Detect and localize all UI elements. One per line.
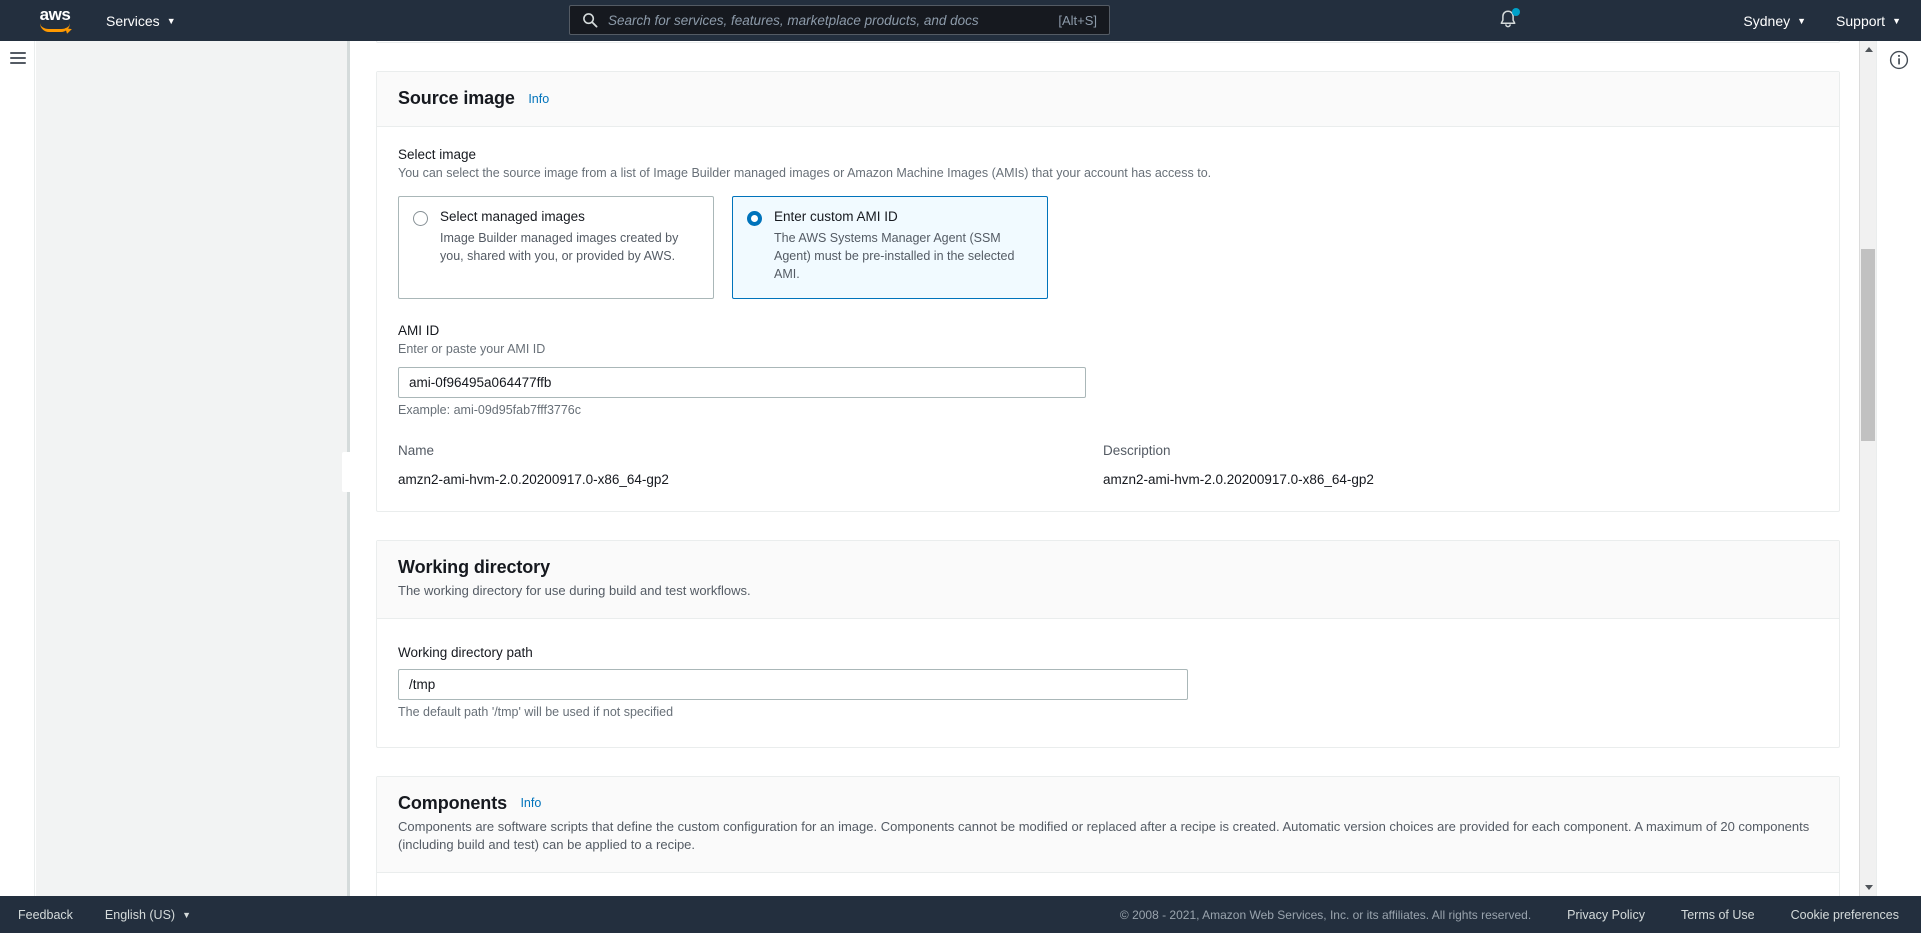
ami-description-column: Description amzn2-ami-hvm-2.0.20200917.0… bbox=[1103, 443, 1818, 487]
radio-tile-title: Enter custom AMI ID bbox=[774, 209, 898, 225]
side-navigation-panel bbox=[36, 41, 348, 896]
page-footer: Feedback English (US) ▼ © 2008 - 2021, A… bbox=[0, 896, 1921, 933]
components-card: Components Info Components are software … bbox=[376, 775, 1840, 896]
ami-name-label: Name bbox=[398, 442, 435, 458]
aws-smile-icon bbox=[40, 23, 70, 32]
working-directory-path-label: Working directory path bbox=[398, 644, 533, 660]
ami-description-label: Description bbox=[1103, 442, 1171, 458]
scroll-up-arrow-icon[interactable] bbox=[1860, 41, 1877, 58]
select-image-description: You can select the source image from a l… bbox=[398, 166, 1212, 180]
ami-id-input[interactable]: ami-0f96495a064477ffb bbox=[398, 366, 1086, 398]
recipe-details-card-tail: Maximum of 1024 characters bbox=[376, 41, 1840, 43]
working-directory-title: Working directory bbox=[398, 556, 550, 577]
radio-icon-unselected[interactable] bbox=[413, 211, 428, 227]
source-image-card: Source image Info Select image You can s… bbox=[376, 71, 1840, 512]
top-navigation-bar: aws Services ▼ Search for services, feat… bbox=[0, 0, 1921, 41]
source-image-header: Source image Info bbox=[377, 72, 1839, 127]
ami-description-value: amzn2-ami-hvm-2.0.20200917.0-x86_64-gp2 bbox=[1103, 471, 1374, 487]
search-icon bbox=[583, 13, 598, 28]
region-selector-label: Sydney bbox=[1743, 12, 1791, 29]
working-directory-subtitle: The working directory for use during bui… bbox=[398, 582, 751, 598]
radio-tile-select-managed-images[interactable]: Select managed images Image Builder mana… bbox=[398, 196, 714, 299]
radio-tile-description: Image Builder managed images created by … bbox=[440, 231, 679, 264]
language-selector[interactable]: English (US) ▼ bbox=[105, 908, 191, 922]
notification-badge-dot bbox=[1512, 8, 1520, 16]
support-menu[interactable]: Support ▼ bbox=[1836, 13, 1901, 29]
radio-tile-enter-custom-ami-id[interactable]: Enter custom AMI ID The AWS Systems Mana… bbox=[732, 196, 1048, 299]
components-subtitle: Components are software scripts that def… bbox=[398, 818, 1810, 853]
region-selector[interactable]: Sydney ▼ bbox=[1743, 13, 1806, 29]
hamburger-bar bbox=[10, 57, 26, 59]
components-title: Components bbox=[398, 792, 507, 813]
source-image-body: Select image You can select the source i… bbox=[377, 127, 1839, 511]
main-content-scroll-area: Maximum of 1024 characters Source image … bbox=[351, 41, 1865, 896]
source-image-title: Source image bbox=[398, 88, 515, 108]
scrollbar-thumb[interactable] bbox=[1861, 249, 1875, 441]
source-image-radio-group: Select managed images Image Builder mana… bbox=[398, 196, 1818, 299]
services-menu[interactable]: Services ▼ bbox=[102, 0, 180, 41]
chevron-down-icon: ▼ bbox=[1797, 16, 1807, 26]
support-menu-label: Support bbox=[1836, 12, 1886, 29]
components-info-link[interactable]: Info bbox=[520, 796, 541, 810]
footer-right-group: © 2008 - 2021, Amazon Web Services, Inc.… bbox=[1120, 908, 1899, 922]
radio-tile-title: Select managed images bbox=[440, 209, 585, 225]
global-search-box[interactable]: Search for services, features, marketpla… bbox=[569, 5, 1110, 35]
source-image-info-link[interactable]: Info bbox=[528, 92, 549, 106]
ami-id-description: Enter or paste your AMI ID bbox=[398, 341, 546, 356]
left-rail bbox=[0, 41, 35, 896]
main-vertical-scrollbar[interactable] bbox=[1859, 41, 1876, 896]
radio-icon-selected[interactable] bbox=[747, 211, 762, 227]
cookie-preferences-link[interactable]: Cookie preferences bbox=[1791, 908, 1899, 922]
language-selector-label: English (US) bbox=[104, 907, 176, 922]
right-help-rail bbox=[1876, 41, 1921, 896]
terms-of-use-link[interactable]: Terms of Use bbox=[1681, 908, 1755, 922]
chevron-down-icon: ▼ bbox=[182, 910, 191, 920]
ami-id-example-hint: Example: ami-09d95fab7fff3776c bbox=[398, 402, 581, 417]
ami-id-label: AMI ID bbox=[398, 322, 440, 338]
ami-metadata-row: Name amzn2-ami-hvm-2.0.20200917.0-x86_64… bbox=[398, 443, 1818, 487]
aws-logo[interactable]: aws bbox=[34, 4, 76, 35]
form-canvas: Maximum of 1024 characters Source image … bbox=[351, 41, 1865, 896]
copyright-text: © 2008 - 2021, Amazon Web Services, Inc.… bbox=[1119, 907, 1532, 922]
top-nav-right-group: Sydney ▼ Support ▼ bbox=[1743, 0, 1901, 41]
chevron-down-icon: ▼ bbox=[1892, 16, 1901, 26]
search-shortcut-hint: [Alt+S] bbox=[1058, 12, 1097, 28]
components-body: Step 1: Choose build components to produ… bbox=[377, 873, 1839, 896]
working-directory-path-hint: The default path '/tmp' will be used if … bbox=[398, 704, 674, 719]
menu-hamburger-icon[interactable] bbox=[10, 52, 26, 64]
aws-wordmark: aws bbox=[39, 4, 71, 24]
ami-name-value: amzn2-ami-hvm-2.0.20200917.0-x86_64-gp2 bbox=[398, 471, 669, 487]
ami-name-column: Name amzn2-ami-hvm-2.0.20200917.0-x86_64… bbox=[398, 443, 1103, 487]
components-header: Components Info Components are software … bbox=[377, 776, 1839, 874]
info-icon[interactable] bbox=[1889, 50, 1909, 70]
footer-left-group: Feedback English (US) ▼ bbox=[18, 908, 191, 922]
services-menu-label: Services bbox=[106, 12, 160, 29]
global-search-input[interactable]: Search for services, features, marketpla… bbox=[608, 13, 1058, 28]
working-directory-body: Working directory path /tmp The default … bbox=[377, 619, 1839, 747]
select-image-label: Select image bbox=[398, 147, 477, 162]
scroll-down-arrow-icon[interactable] bbox=[1860, 879, 1877, 896]
splitter-drag-handle[interactable] bbox=[342, 452, 354, 492]
hamburger-bar bbox=[10, 62, 26, 64]
working-directory-path-input[interactable]: /tmp bbox=[398, 668, 1188, 700]
working-directory-header: Working directory The working directory … bbox=[377, 540, 1839, 619]
radio-tile-description: The AWS Systems Manager Agent (SSM Agent… bbox=[774, 231, 1015, 281]
privacy-policy-link[interactable]: Privacy Policy bbox=[1567, 908, 1645, 922]
chevron-down-icon: ▼ bbox=[166, 16, 176, 26]
working-directory-card: Working directory The working directory … bbox=[376, 539, 1840, 748]
feedback-link[interactable]: Feedback bbox=[18, 908, 73, 922]
hamburger-bar bbox=[10, 52, 26, 54]
